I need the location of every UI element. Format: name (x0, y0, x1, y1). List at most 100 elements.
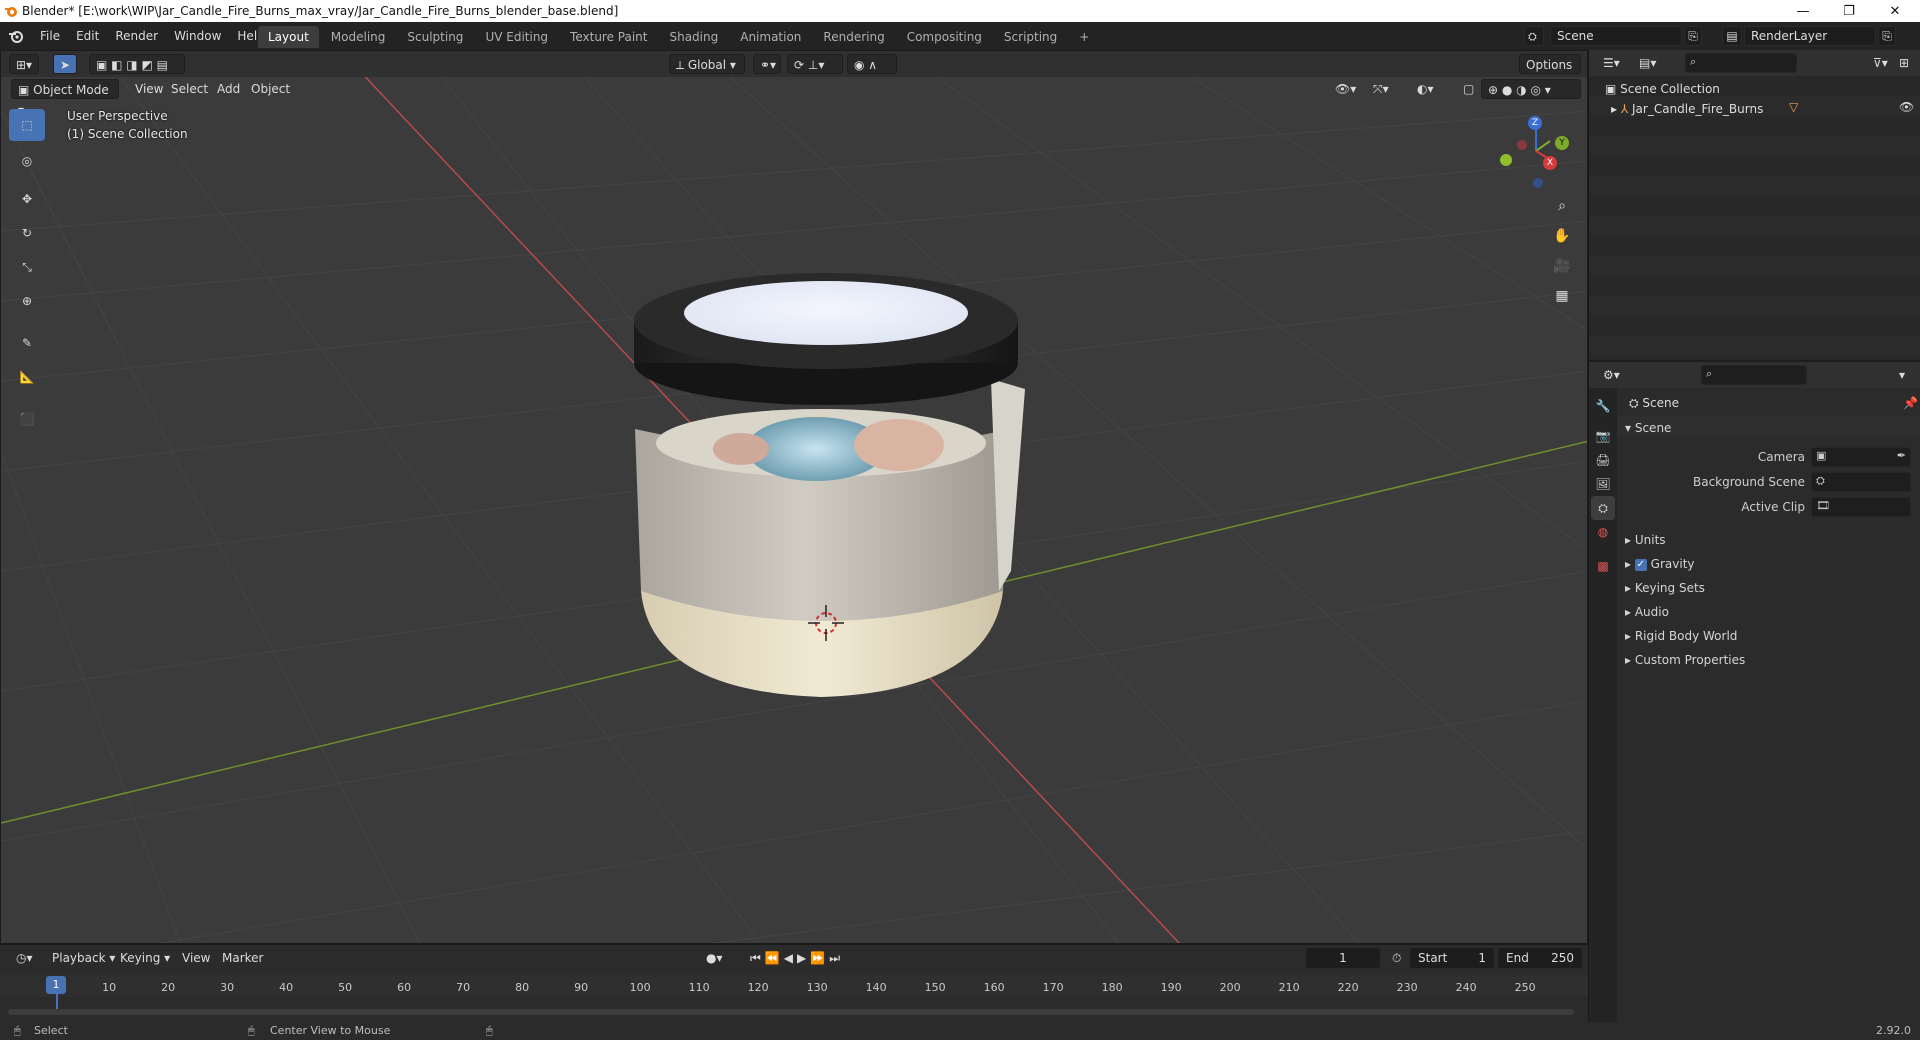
gizmo-toggle-icon[interactable]: ⤧▾ (1367, 79, 1405, 99)
world-tab-icon[interactable]: ◍ (1591, 520, 1615, 544)
menu-playback[interactable]: Playback ▾ (46, 948, 121, 968)
texture-tab-icon[interactable]: ▩ (1591, 554, 1615, 578)
overlay-toggle-icon[interactable]: ◐▾ (1411, 79, 1449, 99)
pin-icon[interactable]: 📌 (1903, 396, 1918, 410)
menu-add[interactable]: Add (211, 79, 246, 99)
snap-icon[interactable]: ⟳ ⊥▾ (787, 54, 843, 74)
pivot-icon[interactable]: ⚭▾ (753, 54, 781, 74)
select-box-tool-icon[interactable]: ⬚ (9, 109, 45, 141)
units-section[interactable]: ▸ Units (1625, 530, 1666, 550)
maximize-button[interactable]: ❐ (1826, 0, 1872, 22)
menu-view[interactable]: View (129, 79, 169, 99)
gravity-checkbox[interactable]: ✓ (1634, 558, 1647, 571)
pan-hand-icon[interactable]: ✋ (1549, 223, 1575, 249)
menu-marker[interactable]: Marker (216, 948, 269, 968)
options-dropdown[interactable]: Options ▾ (1519, 54, 1581, 92)
menu-file[interactable]: File (32, 25, 68, 47)
active-clip-field[interactable]: 🎞 (1811, 497, 1911, 517)
shading-mode-icons[interactable]: ⊕ ● ◑ ◎ ▾ (1481, 79, 1581, 99)
properties-options-icon[interactable]: ▾ (1893, 365, 1911, 385)
render-tab-icon[interactable]: 📷 (1591, 424, 1615, 448)
end-frame-field[interactable]: End 250 (1498, 948, 1582, 968)
select-mode-icons[interactable]: ▣ ◧ ◨ ◩ ▤ (89, 54, 185, 74)
playhead[interactable]: 1 (46, 976, 66, 994)
ortho-toggle-icon[interactable]: ▦ (1549, 283, 1575, 309)
scene-selector[interactable]: Scene (1550, 26, 1682, 46)
current-frame-field[interactable]: 1 (1306, 948, 1380, 968)
view-layer-tab-icon[interactable]: 🖼 (1591, 472, 1615, 496)
outliner-search-input[interactable]: ⌕ (1685, 53, 1797, 73)
tab-rendering[interactable]: Rendering (813, 26, 894, 48)
audio-section[interactable]: ▸ Audio (1625, 602, 1669, 622)
playback-controls[interactable]: ⏮⏪◀▶⏩⏭ (744, 948, 850, 968)
visibility-icon[interactable]: 👁▾ (1329, 79, 1363, 99)
move-tool-icon[interactable]: ✥ (9, 183, 45, 215)
tab-sculpting[interactable]: Sculpting (397, 26, 473, 48)
camera-view-icon[interactable]: 🎥 (1549, 253, 1575, 279)
modifier-icon[interactable]: ▽ (1789, 100, 1798, 114)
menu-select[interactable]: Select (165, 79, 214, 99)
menu-window[interactable]: Window (166, 25, 229, 47)
3d-viewport[interactable]: Z Y X ⌕ ✋ 🎥 ▦ ⊞▾ ➤ ▣ ◧ ◨ ◩ ▤ ⟂ Global ▾ … (0, 50, 1588, 944)
tool-tab-icon[interactable]: 🔧 (1591, 394, 1615, 418)
keying-sets-section[interactable]: ▸ Keying Sets (1625, 578, 1705, 598)
timeline-scrollbar[interactable] (8, 1009, 1574, 1015)
tab-compositing[interactable]: Compositing (897, 26, 992, 48)
outliner-scene-collection[interactable]: ▣ Scene Collection (1605, 80, 1720, 98)
camera-field[interactable]: ▣ ✒ (1811, 447, 1911, 467)
transform-orientation-dropdown[interactable]: ⟂ Global ▾ (669, 54, 745, 74)
display-mode-icon[interactable]: ▤▾ (1633, 53, 1662, 73)
menu-timeline-view[interactable]: View (176, 948, 216, 968)
rigid-body-world-section[interactable]: ▸ Rigid Body World (1625, 626, 1737, 646)
custom-properties-section[interactable]: ▸ Custom Properties (1625, 650, 1745, 670)
tab-modeling[interactable]: Modeling (321, 26, 396, 48)
menu-render[interactable]: Render (107, 25, 166, 47)
editor-type-icon[interactable]: ⊞▾ (9, 54, 39, 74)
gravity-section[interactable]: ▸ ✓ Gravity (1625, 554, 1695, 574)
measure-tool-icon[interactable]: 📐 (9, 361, 45, 393)
start-frame-field[interactable]: Start 1 (1410, 948, 1494, 968)
renderlayer-browse-icon[interactable]: ▤ (1722, 26, 1742, 46)
gizmo-y-axis[interactable]: Y (1555, 136, 1569, 150)
xray-icon[interactable]: ▢ (1457, 79, 1477, 99)
tab-shading[interactable]: Shading (659, 26, 728, 48)
scene-section-title[interactable]: ▾ Scene (1625, 418, 1671, 438)
rotate-tool-icon[interactable]: ↻ (9, 217, 45, 249)
properties-search-input[interactable]: ⌕ (1701, 365, 1807, 385)
renderlayer-selector[interactable]: RenderLayer (1744, 26, 1876, 46)
scene-browse-icon[interactable]: ⛭ (1524, 26, 1544, 46)
stopwatch-icon[interactable]: ⏱ (1386, 948, 1407, 968)
close-window-button[interactable]: ✕ (1872, 0, 1918, 22)
tab-texture-paint[interactable]: Texture Paint (560, 26, 657, 48)
menu-object[interactable]: Object (245, 79, 296, 99)
eyedropper-icon[interactable]: ✒ (1897, 449, 1906, 462)
outliner-editor-type-icon[interactable]: ☰▾ (1597, 53, 1626, 73)
output-tab-icon[interactable]: 🖨 (1591, 448, 1615, 472)
proportional-edit-icon[interactable]: ◉ ∧ (847, 54, 897, 74)
gizmo-x-axis[interactable]: X (1543, 156, 1557, 170)
zoom-icon[interactable]: ⌕ (1549, 193, 1575, 219)
add-cube-tool-icon[interactable]: ⬛ (9, 403, 45, 435)
blender-menu-icon[interactable] (8, 28, 24, 44)
annotate-tool-icon[interactable]: ✎ (9, 327, 45, 359)
background-scene-field[interactable]: ⛭ (1811, 472, 1911, 492)
tab-scripting[interactable]: Scripting (994, 26, 1067, 48)
new-scene-icon[interactable]: ⎘ (1684, 26, 1702, 46)
cursor-tool-icon[interactable]: ◎ (9, 145, 45, 177)
scene-tab-icon[interactable]: ⛭ (1591, 496, 1615, 520)
new-renderlayer-icon[interactable]: ⎘ (1878, 26, 1896, 46)
properties-editor-type-icon[interactable]: ⚙▾ (1597, 365, 1626, 385)
filter-icon[interactable]: ⊽▾ (1867, 53, 1894, 73)
menu-edit[interactable]: Edit (68, 25, 107, 47)
menu-keying[interactable]: Keying ▾ (114, 948, 176, 968)
tab-layout[interactable]: Layout (258, 26, 319, 48)
gizmo-z-axis[interactable]: Z (1528, 116, 1542, 130)
mode-dropdown[interactable]: ▣ Object Mode ▾ (11, 79, 119, 117)
eye-visibility-icon[interactable]: 👁 (1899, 100, 1914, 114)
record-icon[interactable]: ●▾ (700, 948, 729, 968)
add-workspace-button[interactable]: + (1069, 26, 1099, 48)
tab-uv-editing[interactable]: UV Editing (475, 26, 558, 48)
scale-tool-icon[interactable]: ⤡ (9, 251, 45, 283)
transform-tool-icon[interactable]: ⊕ (9, 285, 45, 317)
outliner-item[interactable]: ▸ ⅄ Jar_Candle_Fire_Burns (1611, 100, 1763, 118)
